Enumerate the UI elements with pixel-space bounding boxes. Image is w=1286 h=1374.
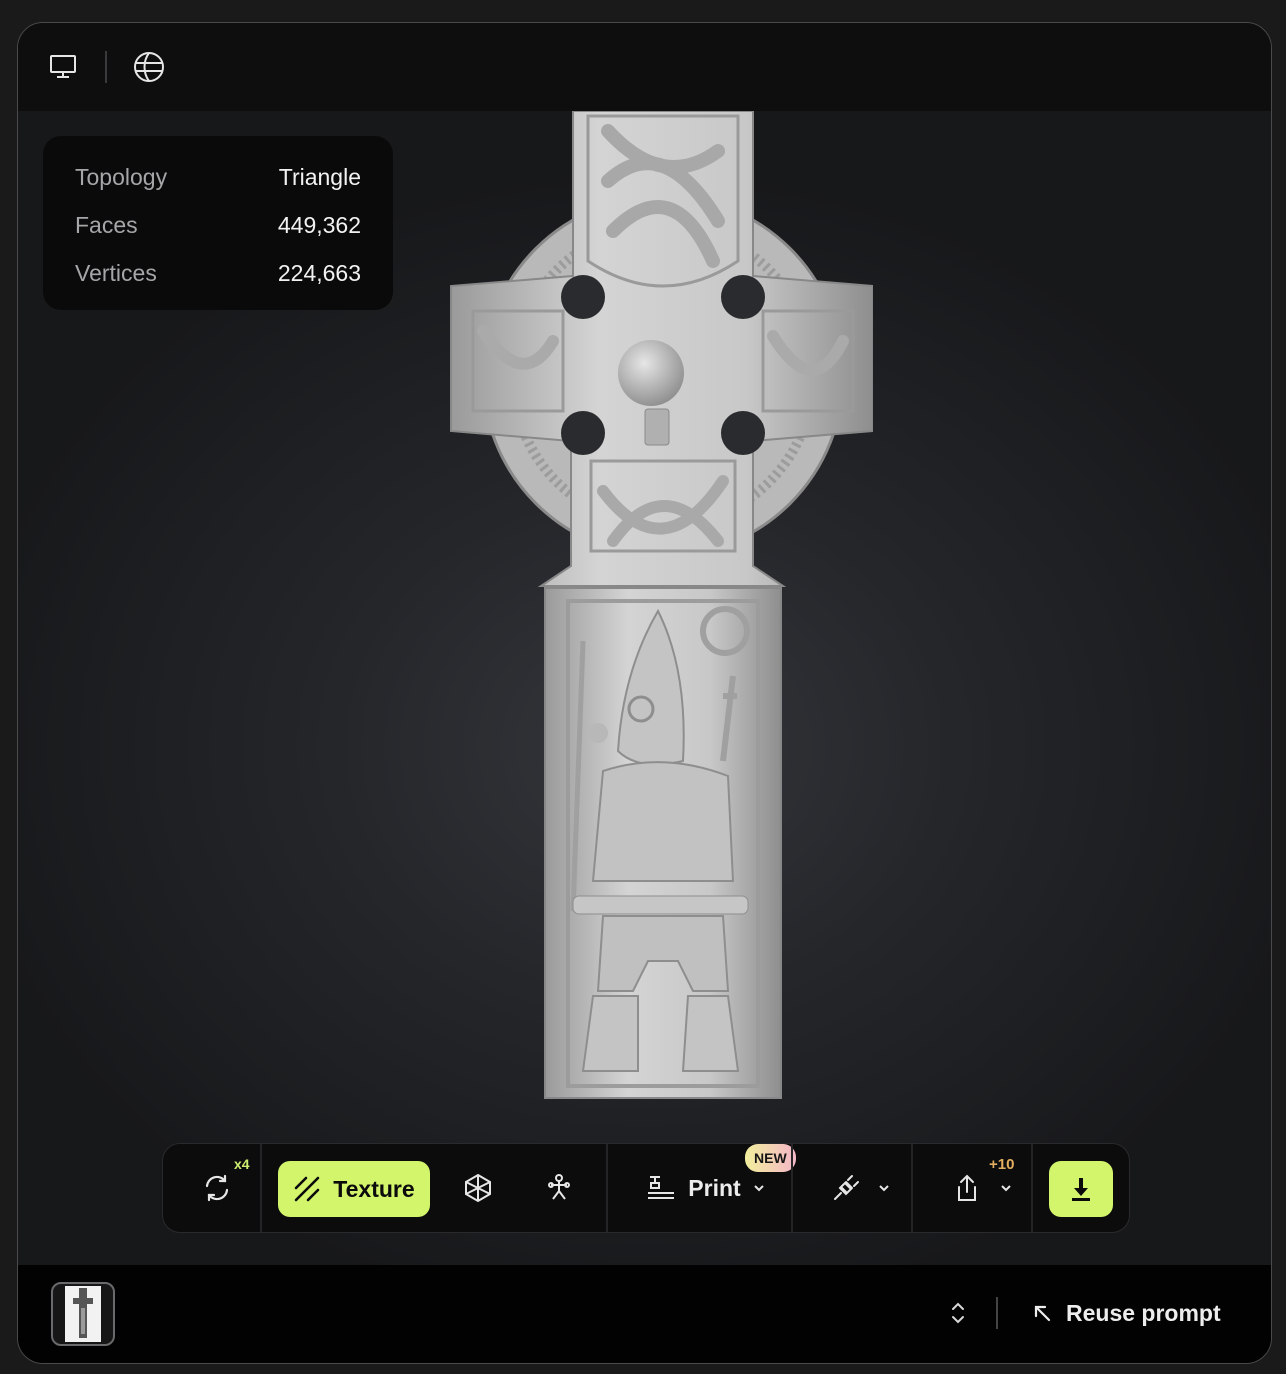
chevron-down-icon [879, 1185, 889, 1192]
toolbar-divider [606, 1144, 608, 1232]
bottombar-divider [996, 1297, 998, 1329]
celtic-cross-model[interactable] [423, 111, 873, 1111]
vertices-label: Vertices [75, 260, 157, 286]
expand-toggle[interactable] [943, 1290, 973, 1336]
toolbar-divider [791, 1144, 793, 1232]
action-toolbar: x4 Texture Print NEW +10 [162, 1143, 1130, 1233]
chevron-down-icon [1001, 1185, 1011, 1192]
vertices-value: 224,663 [277, 260, 361, 286]
share-button[interactable] [933, 1144, 1033, 1232]
share-count-badge: +10 [989, 1156, 1015, 1173]
reuse-prompt-label: Reuse prompt [1066, 1299, 1221, 1326]
arrow-up-left-icon [1034, 1305, 1051, 1322]
download-button[interactable] [1049, 1161, 1113, 1217]
print-label: Print [688, 1174, 741, 1201]
mesh-stats-panel: Topology Triangle Faces 449,362 Vertices… [43, 136, 393, 310]
hatch-icon [294, 1176, 320, 1202]
rig-button[interactable] [528, 1144, 588, 1232]
faces-row: Faces 449,362 [75, 212, 361, 242]
plug-icon [834, 1175, 859, 1200]
polyhedron-icon [465, 1173, 491, 1203]
chevron-down-icon [753, 1185, 764, 1192]
model-viewport[interactable]: Topology Triangle Faces 449,362 Vertices… [18, 111, 1271, 1265]
printer-3d-icon [648, 1176, 675, 1199]
chevrons-updown-icon [952, 1302, 964, 1324]
globe-icon[interactable] [125, 43, 173, 91]
model-thumbnail[interactable] [51, 1282, 115, 1346]
rig-figure-icon [548, 1174, 570, 1200]
faces-label: Faces [75, 212, 138, 238]
texture-label: Texture [333, 1175, 415, 1202]
texture-button[interactable]: Texture [278, 1161, 430, 1217]
toolbar-divider [260, 1144, 262, 1232]
refresh-icon [205, 1174, 229, 1202]
topology-row: Topology Triangle [75, 164, 361, 194]
app-frame: Topology Triangle Faces 449,362 Vertices… [17, 22, 1272, 1364]
bottom-bar: Reuse prompt [18, 1265, 1271, 1363]
monitor-icon[interactable] [39, 43, 87, 91]
plugin-button[interactable] [811, 1144, 911, 1232]
top-bar [18, 23, 1271, 111]
topology-value: Triangle [278, 164, 361, 190]
topology-label: Topology [75, 164, 168, 190]
reuse-prompt-button[interactable]: Reuse prompt [1032, 1291, 1221, 1335]
share-icon [958, 1174, 976, 1201]
mesh-button[interactable] [448, 1144, 508, 1232]
vertices-row: Vertices 224,663 [75, 260, 361, 290]
download-icon [1072, 1178, 1090, 1201]
topbar-divider [105, 51, 107, 83]
new-badge: NEW [745, 1144, 796, 1172]
faces-value: 449,362 [277, 212, 361, 238]
toolbar-divider [1031, 1144, 1033, 1232]
toolbar-divider [911, 1144, 913, 1232]
regenerate-count-badge: x4 [234, 1156, 250, 1172]
